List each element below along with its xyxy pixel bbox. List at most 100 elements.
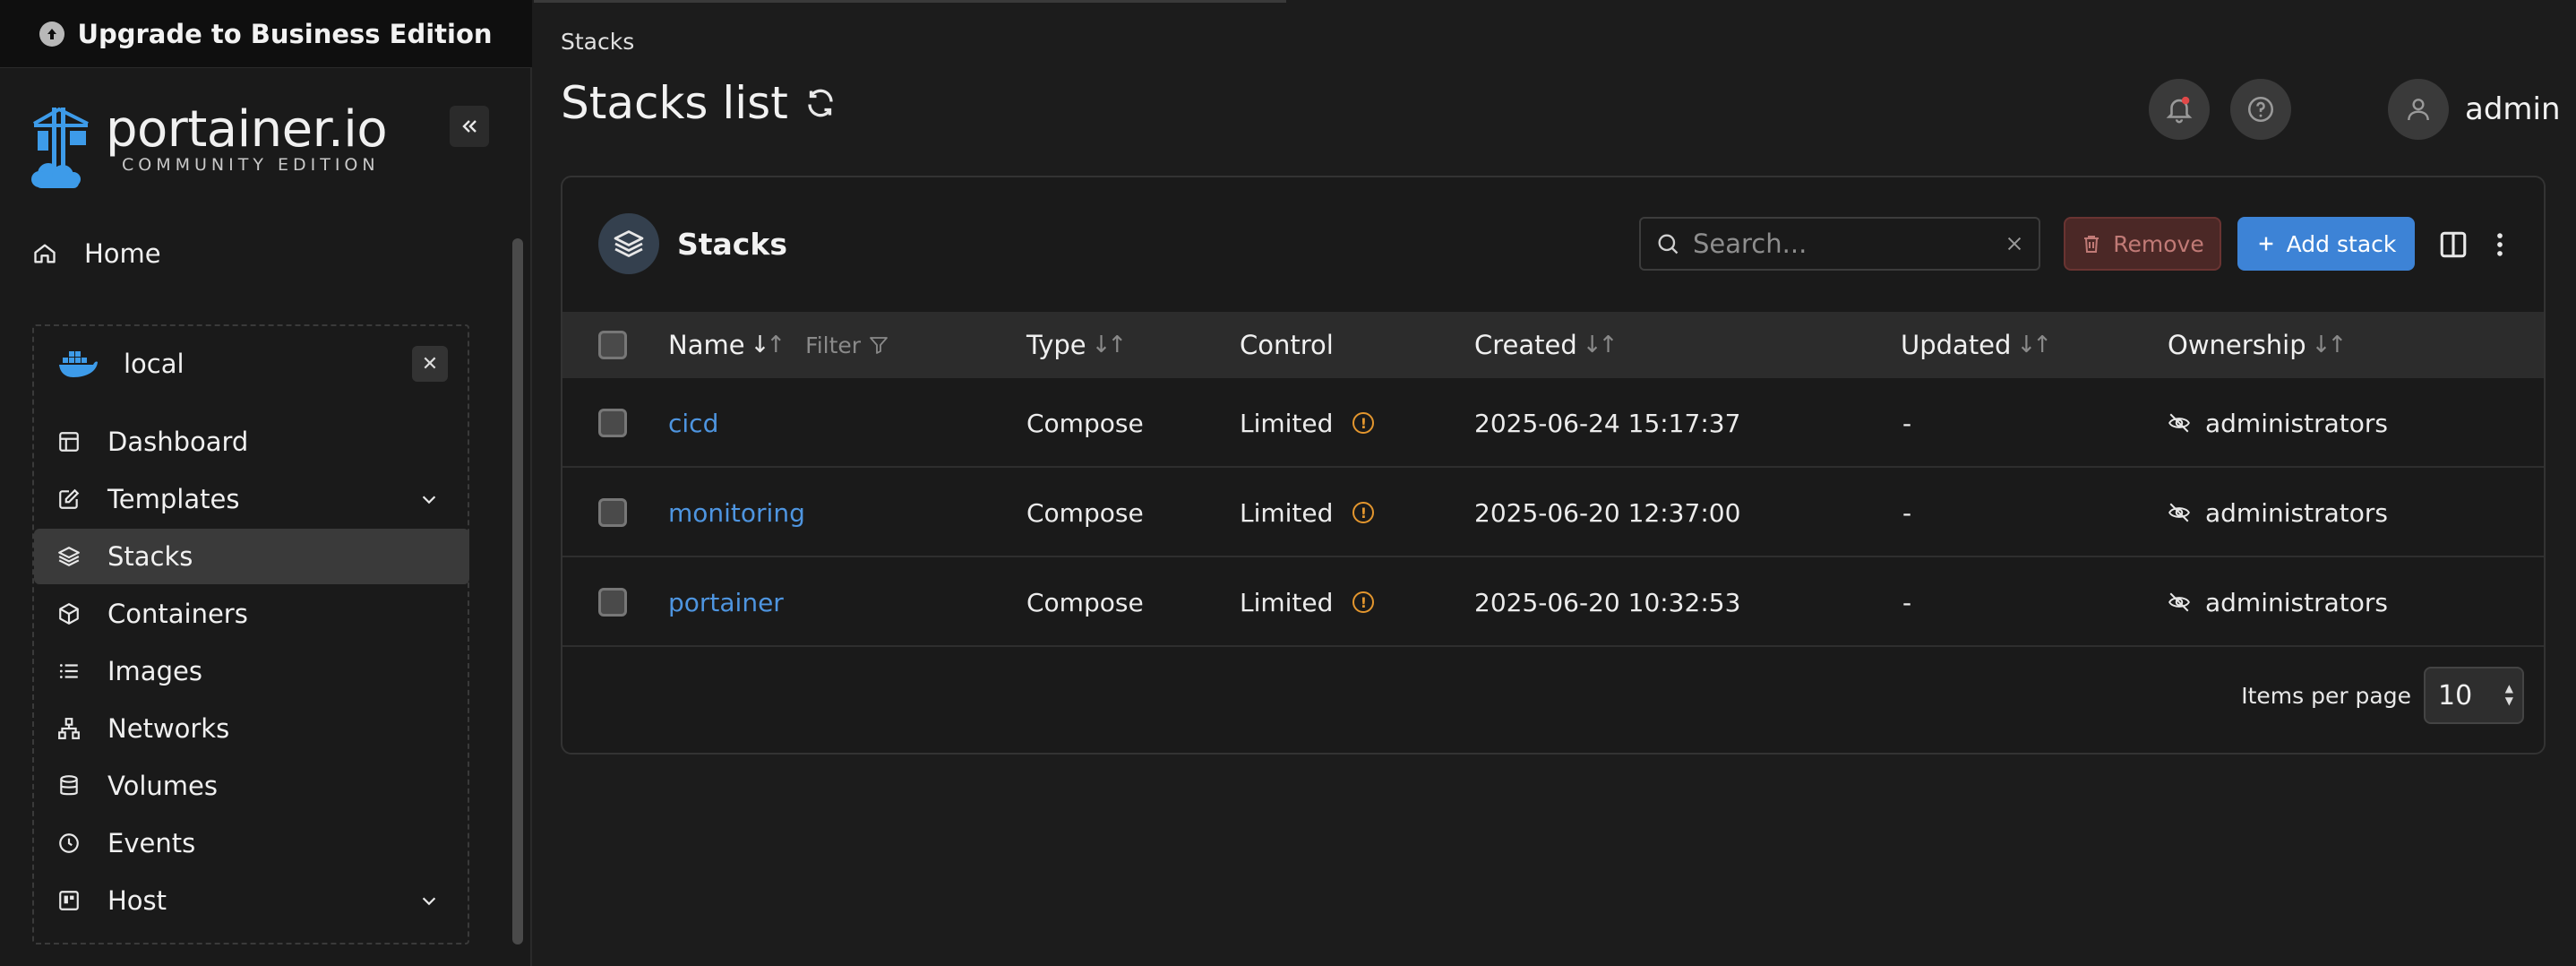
filter-icon: [870, 337, 888, 354]
database-icon: [60, 775, 78, 796]
sort-icon: ↓↑: [2016, 332, 2052, 358]
logo-text: portainer.io: [106, 100, 388, 159]
sidebar-item-volumes[interactable]: Volumes: [34, 758, 469, 814]
box-icon: [59, 603, 79, 625]
sidebar-item-label: Home: [84, 238, 161, 269]
stack-updated: -: [1902, 408, 1912, 438]
notifications-button[interactable]: [2149, 79, 2210, 140]
items-per-page-value: 10: [2438, 679, 2473, 712]
pagination-footer: Items per page 10 ▲ ▼: [2241, 667, 2524, 724]
stack-name-link[interactable]: monitoring: [668, 498, 805, 528]
dashboard-icon: [59, 432, 79, 452]
upgrade-label: Upgrade to Business Edition: [77, 18, 493, 49]
panel-header: Stacks: [598, 213, 787, 274]
column-header-updated[interactable]: Updated ↓↑: [1901, 312, 2052, 378]
add-stack-button[interactable]: Add stack: [2237, 217, 2415, 271]
warning-icon[interactable]: !: [1352, 591, 1375, 613]
sidebar-item-label: Events: [107, 828, 196, 858]
add-stack-label: Add stack: [2286, 230, 2397, 257]
columns-icon[interactable]: [2438, 229, 2469, 260]
stack-created: 2025-06-20 12:37:00: [1474, 497, 1741, 528]
sidebar-item-containers[interactable]: Containers: [34, 586, 469, 642]
home-icon: [34, 244, 56, 263]
username: admin: [2465, 91, 2561, 127]
portainer-logo[interactable]: portainer.io COMMUNITY EDITION: [30, 100, 388, 190]
table-row: portainer Compose Limited! 2025-06-20 10…: [562, 557, 2544, 647]
layers-icon: [58, 547, 80, 566]
stack-ownership: administrators: [2205, 497, 2388, 528]
search-field[interactable]: [1639, 217, 2040, 271]
list-icon: [59, 664, 78, 678]
eye-off-icon: [2168, 413, 2190, 433]
user-menu[interactable]: admin: [2388, 79, 2576, 140]
stack-name-link[interactable]: cicd: [668, 409, 718, 438]
warning-icon[interactable]: !: [1352, 412, 1375, 434]
row-checkbox[interactable]: [598, 409, 627, 437]
eye-off-icon: [2168, 592, 2190, 612]
sidebar-item-label: Volumes: [107, 771, 218, 801]
sidebar-scrollbar[interactable]: [512, 238, 523, 944]
trash-icon: [2084, 236, 2099, 253]
remove-button[interactable]: Remove: [2064, 217, 2221, 271]
collapse-sidebar-button[interactable]: [450, 106, 489, 147]
layers-icon: [598, 213, 659, 274]
sidebar-item-label: Containers: [107, 599, 248, 629]
sidebar-item-templates[interactable]: Templates: [34, 471, 469, 527]
stack-updated: -: [1902, 497, 1912, 528]
chevrons-left-icon: [462, 120, 477, 133]
close-icon: ✕: [421, 352, 439, 375]
host-icon: [59, 891, 79, 910]
sidebar-item-events[interactable]: Events: [34, 815, 469, 871]
stack-name-link[interactable]: portainer: [668, 588, 784, 617]
sidebar-item-dashboard[interactable]: Dashboard: [34, 414, 469, 470]
sidebar-item-label: Stacks: [107, 541, 193, 572]
upgrade-banner[interactable]: Upgrade to Business Edition: [0, 0, 532, 68]
filter-button[interactable]: Filter: [805, 332, 889, 358]
sidebar-item-networks[interactable]: Networks: [34, 701, 469, 756]
docker-icon: [59, 351, 98, 377]
close-environment-button[interactable]: ✕: [412, 346, 448, 382]
stack-control: Limited: [1240, 497, 1334, 528]
stack-control: Limited: [1240, 408, 1334, 438]
table-row: monitoring Compose Limited! 2025-06-20 1…: [562, 468, 2544, 557]
environment-header: local ✕: [57, 344, 448, 384]
sidebar-item-label: Dashboard: [107, 427, 249, 457]
sidebar-item-images[interactable]: Images: [34, 643, 469, 699]
refresh-icon[interactable]: [804, 87, 837, 119]
environment-name: local: [124, 349, 185, 379]
help-circle-icon: [2247, 96, 2274, 123]
column-header-name[interactable]: Name ↓↑ Filter: [668, 312, 889, 378]
breadcrumb: Stacks: [561, 29, 635, 55]
row-checkbox[interactable]: [598, 588, 627, 617]
chevron-down-icon: [422, 897, 436, 906]
sidebar: Upgrade to Business Edition portainer.io…: [0, 0, 532, 966]
main-content: Stacks Stacks list admin Stacks Remo: [534, 0, 2576, 966]
clear-search-icon[interactable]: [2005, 234, 2024, 254]
search-icon: [1658, 234, 1679, 254]
help-button[interactable]: [2230, 79, 2291, 140]
sort-icon: ↓↑: [2311, 332, 2348, 358]
column-header-type[interactable]: Type ↓↑: [1026, 312, 1127, 378]
sidebar-item-label: Host: [107, 885, 167, 916]
plus-icon: [2259, 237, 2272, 251]
stacks-panel: Stacks Remove Add stack Name ↓↑ Filter: [561, 176, 2546, 755]
sidebar-item-stacks[interactable]: Stacks: [34, 529, 469, 584]
stack-updated: -: [1902, 587, 1912, 617]
search-input[interactable]: [1693, 229, 1992, 259]
sidebar-item-home[interactable]: Home: [32, 238, 161, 269]
sort-desc-icon: ↓↑: [750, 332, 786, 358]
row-checkbox[interactable]: [598, 498, 627, 527]
column-header-ownership[interactable]: Ownership ↓↑: [2168, 312, 2348, 378]
logo-subtitle: COMMUNITY EDITION: [122, 155, 380, 175]
select-all-checkbox[interactable]: [598, 331, 627, 359]
sidebar-item-host[interactable]: Host: [34, 873, 469, 928]
table-header: Name ↓↑ Filter Type ↓↑ Control Created ↓…: [562, 312, 2544, 378]
column-header-created[interactable]: Created ↓↑: [1474, 312, 1618, 378]
items-per-page-select[interactable]: 10 ▲ ▼: [2424, 667, 2524, 724]
eye-off-icon: [2168, 503, 2190, 522]
user-icon: [2408, 99, 2429, 121]
warning-icon[interactable]: !: [1352, 502, 1375, 523]
more-vertical-icon[interactable]: [2485, 229, 2515, 260]
portainer-crane-icon: [31, 107, 89, 188]
avatar: [2388, 79, 2449, 140]
